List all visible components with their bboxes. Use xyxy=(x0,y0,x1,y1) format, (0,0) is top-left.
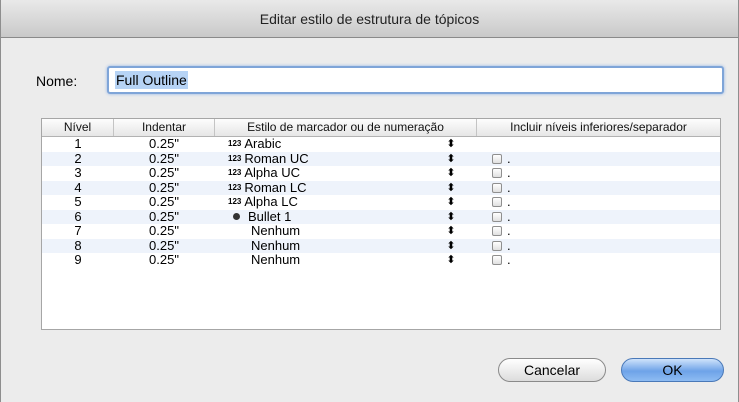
name-label: Nome: xyxy=(36,73,78,89)
style-cell[interactable]: Nenhum xyxy=(228,237,468,253)
table-row[interactable]: 8 0.25" Nenhum ⬍. xyxy=(42,237,720,253)
separator-text[interactable]: . xyxy=(507,180,511,195)
table-row[interactable]: 5 0.25" 123 Alpha LC ⬍. xyxy=(42,195,720,210)
table-row[interactable]: 7 0.25" Nenhum ⬍. xyxy=(42,224,720,239)
style-cell[interactable]: Nenhum xyxy=(228,224,468,238)
separator-text[interactable]: . xyxy=(507,165,511,180)
include-cell: . xyxy=(492,166,532,180)
indent-cell[interactable]: 0.25" xyxy=(128,253,200,267)
checkbox-icon[interactable] xyxy=(492,182,502,193)
style-label: Bullet 1 xyxy=(248,208,292,224)
updown-arrows-icon[interactable]: ⬍ xyxy=(446,239,456,253)
include-cell: . xyxy=(492,224,532,238)
style-label: Nenhum xyxy=(251,223,301,238)
ok-button[interactable]: OK xyxy=(621,358,724,382)
indent-cell[interactable]: 0.25" xyxy=(128,238,200,253)
separator-text[interactable]: . xyxy=(507,223,511,238)
separator-text[interactable]: . xyxy=(507,194,511,209)
level-cell: 5 xyxy=(74,194,82,209)
include-cell: . xyxy=(492,253,532,267)
style-label: Nenhum xyxy=(251,252,301,267)
window-title: Editar estilo de estrutura de tópicos xyxy=(1,0,738,38)
checkbox-icon[interactable] xyxy=(492,211,502,222)
separator-text[interactable]: . xyxy=(507,252,511,267)
style-label: Nenhum xyxy=(251,237,301,253)
indent-cell[interactable]: 0.25" xyxy=(128,166,200,180)
table-header: Nível Indentar Estilo de marcador ou de … xyxy=(42,119,720,137)
level-cell: 4 xyxy=(74,179,82,195)
outline-style-dialog: Editar estilo de estrutura de tópicos No… xyxy=(0,0,739,402)
levels-table: Nível Indentar Estilo de marcador ou de … xyxy=(41,118,721,330)
include-cell: . xyxy=(492,151,532,166)
table-row[interactable]: 3 0.25" 123 Alpha UC ⬍. xyxy=(42,166,720,181)
updown-arrows-icon[interactable]: ⬍ xyxy=(446,137,456,151)
include-cell: . xyxy=(492,195,532,209)
updown-arrows-icon[interactable]: ⬍ xyxy=(446,210,456,224)
separator-text[interactable]: . xyxy=(507,209,511,224)
level-cell: 2 xyxy=(74,150,82,166)
separator-text[interactable]: . xyxy=(507,238,511,253)
style-label: Roman UC xyxy=(244,150,309,166)
checkbox-icon[interactable] xyxy=(492,255,502,265)
updown-arrows-icon[interactable]: ⬍ xyxy=(446,253,456,267)
separator-text[interactable]: . xyxy=(507,151,511,166)
level-cell: 9 xyxy=(74,252,82,267)
bullet-icon xyxy=(233,212,240,220)
level-cell: 8 xyxy=(74,237,82,253)
include-cell: . xyxy=(492,238,532,253)
updown-arrows-icon[interactable]: ⬍ xyxy=(446,224,456,238)
table-row[interactable]: 4 0.25" 123 Roman LC ⬍. xyxy=(42,179,720,195)
header-level[interactable]: Nível xyxy=(42,119,114,136)
style-cell[interactable]: Bullet 1 xyxy=(228,208,468,224)
checkbox-icon[interactable] xyxy=(492,226,502,236)
level-cell: 1 xyxy=(74,136,82,151)
checkbox-icon[interactable] xyxy=(492,153,502,164)
updown-arrows-icon[interactable]: ⬍ xyxy=(446,195,456,209)
indent-cell[interactable]: 0.25" xyxy=(128,209,200,224)
style-cell[interactable]: 123 Alpha UC xyxy=(228,166,468,180)
level-cell: 7 xyxy=(74,223,82,238)
checkbox-icon[interactable] xyxy=(492,197,502,207)
indent-cell[interactable]: 0.25" xyxy=(128,137,200,151)
updown-arrows-icon[interactable]: ⬍ xyxy=(446,152,456,166)
include-cell: . xyxy=(492,209,532,224)
style-label: Alpha UC xyxy=(244,165,300,180)
style-label: Roman LC xyxy=(244,179,307,195)
level-cell: 3 xyxy=(74,165,82,180)
table-row[interactable]: 1 0.25" 123 Arabic ⬍ xyxy=(42,137,720,152)
cancel-button[interactable]: Cancelar xyxy=(498,358,606,382)
style-label: Alpha LC xyxy=(244,194,298,209)
style-cell[interactable]: 123 Alpha LC xyxy=(228,195,468,209)
numbering-icon: 123 xyxy=(228,197,242,206)
style-cell[interactable]: 123 Roman LC xyxy=(228,179,468,195)
header-include[interactable]: Incluir níveis inferiores/separador xyxy=(477,119,720,136)
table-row[interactable]: 2 0.25" 123 Roman UC ⬍. xyxy=(42,150,720,166)
indent-cell[interactable]: 0.25" xyxy=(128,151,200,166)
style-cell[interactable]: Nenhum xyxy=(228,253,468,267)
indent-cell[interactable]: 0.25" xyxy=(128,195,200,209)
numbering-icon: 123 xyxy=(228,153,242,163)
checkbox-icon[interactable] xyxy=(492,240,502,251)
style-label: Arabic xyxy=(244,136,282,151)
updown-arrows-icon[interactable]: ⬍ xyxy=(446,181,456,195)
style-cell[interactable]: 123 Arabic xyxy=(228,137,468,151)
table-row[interactable]: 9 0.25" Nenhum ⬍. xyxy=(42,253,720,268)
header-indent[interactable]: Indentar xyxy=(114,119,215,136)
style-cell[interactable]: 123 Roman UC xyxy=(228,150,468,166)
level-cell: 6 xyxy=(74,208,82,224)
name-input[interactable]: Full Outline xyxy=(107,66,724,94)
numbering-icon: 123 xyxy=(228,139,242,148)
numbering-icon: 123 xyxy=(228,168,242,177)
table-row[interactable]: 6 0.25" Bullet 1 ⬍. xyxy=(42,208,720,224)
numbering-icon: 123 xyxy=(228,182,242,192)
indent-cell[interactable]: 0.25" xyxy=(128,224,200,238)
include-cell: . xyxy=(492,180,532,195)
checkbox-icon[interactable] xyxy=(492,168,502,178)
indent-cell[interactable]: 0.25" xyxy=(128,180,200,195)
header-style[interactable]: Estilo de marcador ou de numeração xyxy=(215,119,477,136)
name-value: Full Outline xyxy=(115,71,188,89)
updown-arrows-icon[interactable]: ⬍ xyxy=(446,166,456,180)
